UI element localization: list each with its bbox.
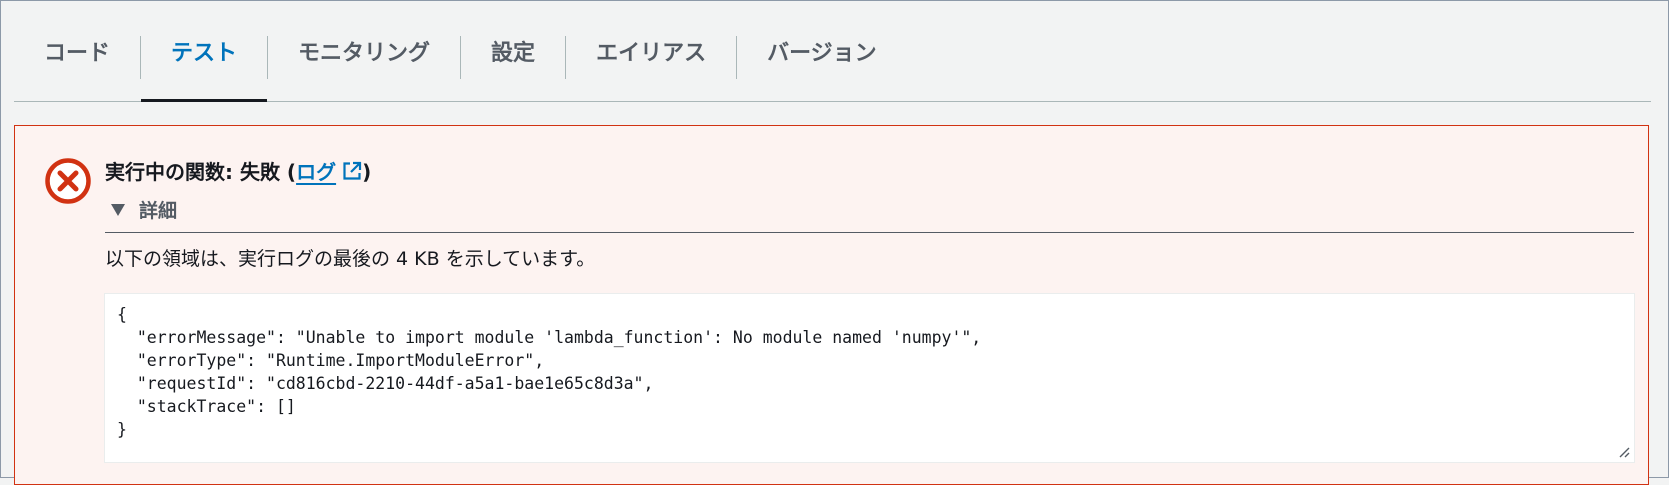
tab-settings[interactable]: 設定 (461, 0, 565, 101)
tab-test[interactable]: テスト (141, 0, 268, 102)
tab-bar: コード テスト モニタリング 設定 エイリアス バージョン (14, 0, 1651, 102)
log-line: "errorType": "Runtime.ImportModuleError"… (117, 351, 545, 370)
tab-aliases[interactable]: エイリアス (566, 0, 736, 101)
log-line: "errorMessage": "Unable to import module… (117, 328, 982, 347)
execution-result-alert: 実行中の関数: 失敗 (ログ ) 詳細 以下の領域は、実行ログの最後の 4 KB… (14, 125, 1649, 485)
details-expander[interactable]: 詳細 (111, 196, 177, 223)
log-link[interactable]: ログ (296, 160, 362, 184)
log-link-label: ログ (296, 160, 337, 184)
details-label: 詳細 (139, 200, 178, 222)
alert-title-prefix: 実行中の関数: 失敗 ( (105, 160, 297, 184)
details-divider (105, 232, 1634, 233)
resize-handle-icon[interactable] (1616, 444, 1630, 458)
caret-down-icon (111, 203, 125, 216)
log-description: 以下の領域は、実行ログの最後の 4 KB を示しています。 (105, 248, 596, 270)
alert-title-suffix: ) (362, 160, 372, 184)
execution-log-output[interactable]: { "errorMessage": "Unable to import modu… (104, 293, 1635, 463)
log-line: "requestId": "cd816cbd-2210-44df-a5a1-ba… (117, 374, 654, 393)
tab-monitoring[interactable]: モニタリング (268, 0, 460, 101)
alert-title: 実行中の関数: 失敗 (ログ ) (105, 156, 371, 185)
log-line: } (117, 420, 127, 439)
tab-versions[interactable]: バージョン (737, 0, 907, 101)
log-line: { (117, 305, 127, 324)
error-circle-x-icon (45, 158, 91, 204)
log-line: "stackTrace": [] (117, 397, 296, 416)
external-link-icon[interactable] (342, 161, 362, 181)
tab-code[interactable]: コード (14, 0, 140, 101)
